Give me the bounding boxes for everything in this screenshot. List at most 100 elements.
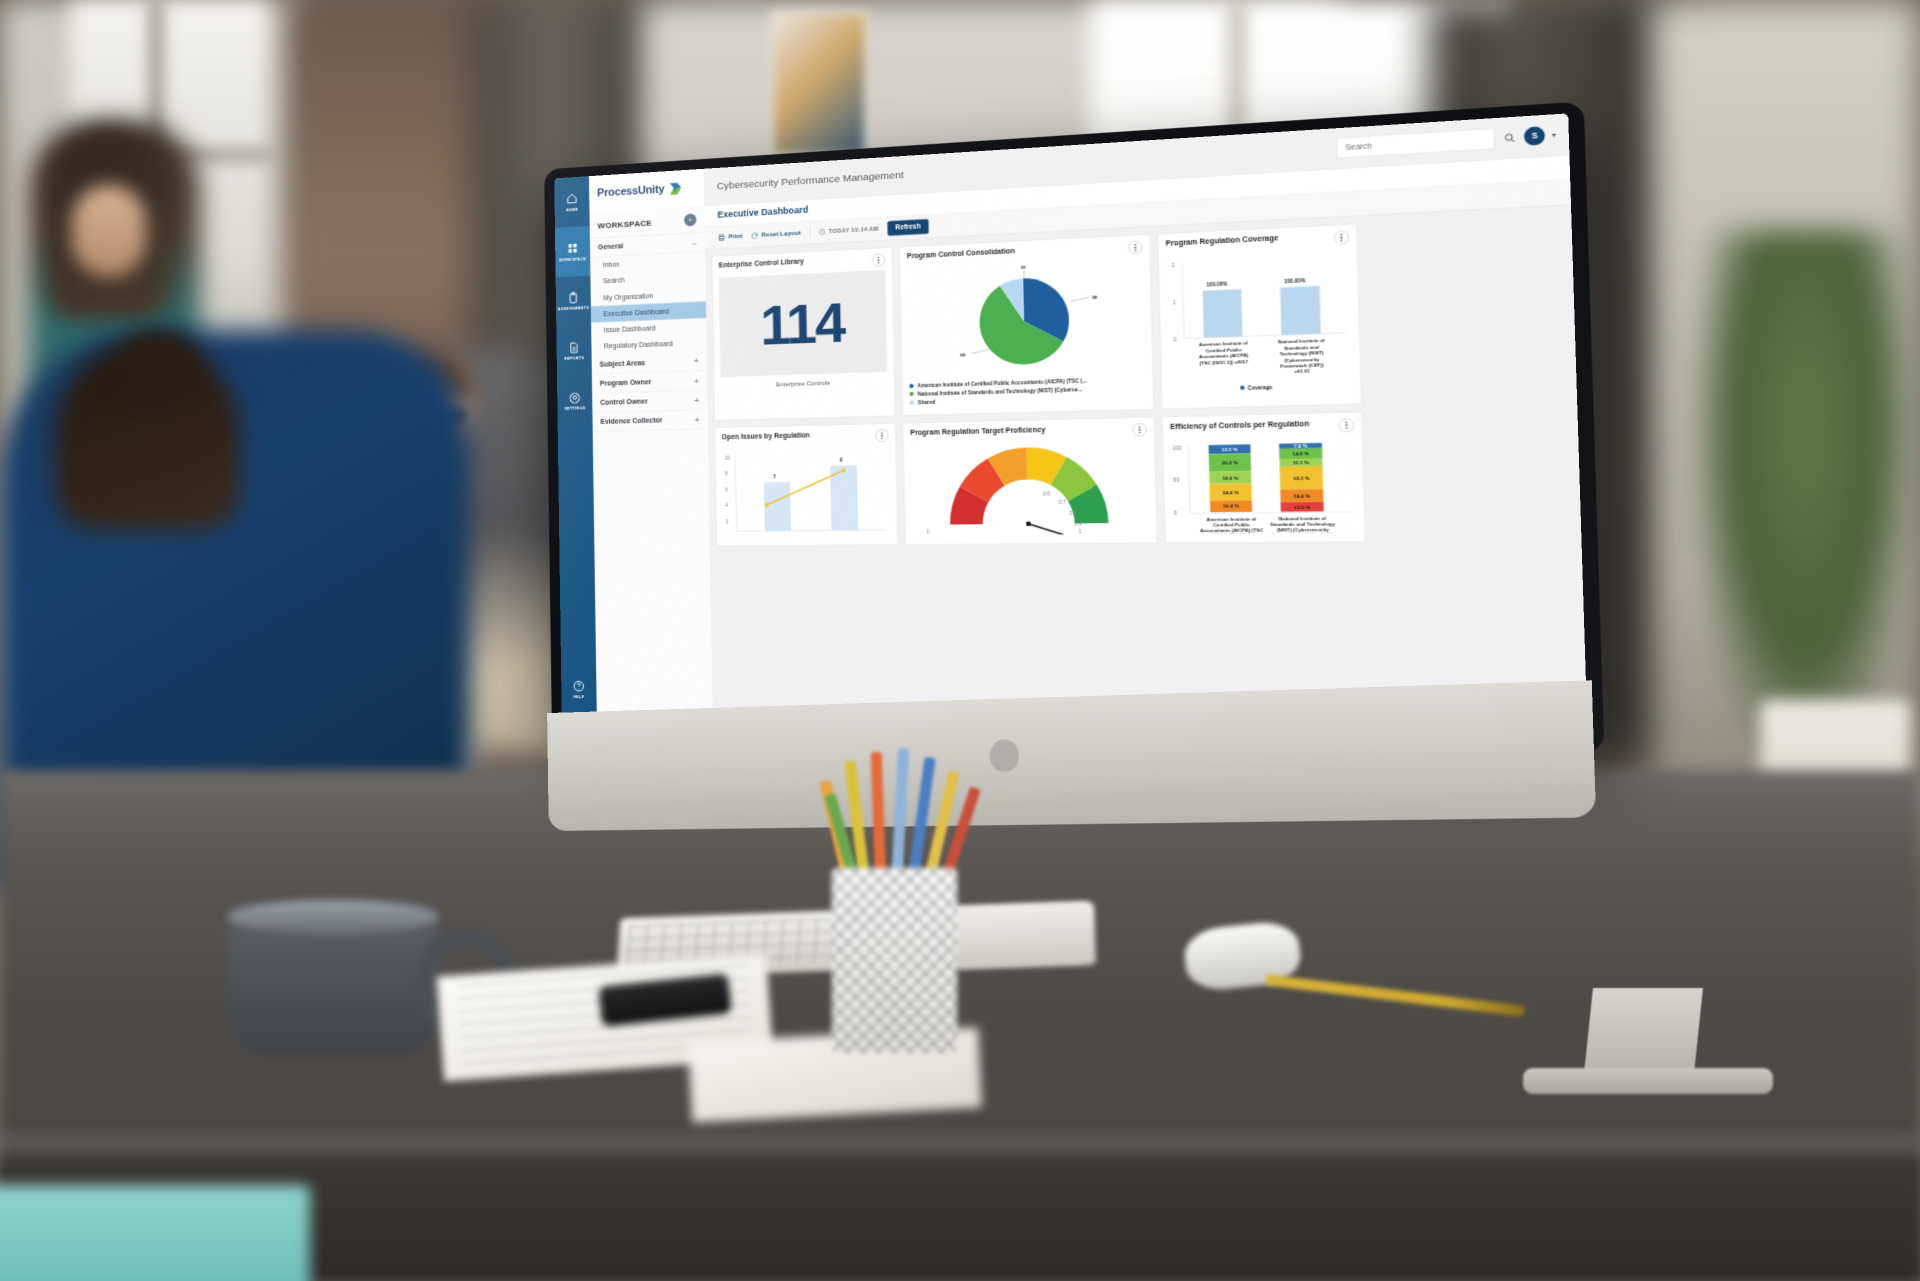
- group-toggle[interactable]: +: [695, 415, 700, 423]
- pie-label-0: 38: [1092, 294, 1098, 300]
- card-title: Open Issues by Regulation: [722, 431, 810, 442]
- x-category-0: American Institute ofCertified PublicAcc…: [1199, 341, 1250, 366]
- rail-item-reports[interactable]: REPORTS: [556, 326, 592, 377]
- y-tick: 0: [1174, 510, 1178, 516]
- search-box[interactable]: [1337, 128, 1496, 159]
- card-body: 114 Enterprise Controls: [713, 270, 895, 397]
- card-open-issues-by-regulation: Open Issues by Regulation 10 8 6 4 2 7 9: [714, 423, 898, 546]
- gear-icon: [568, 391, 581, 404]
- stacked-bar-chart-efficiency: 100 50 0 13.1 % 26.2 % 18.0 % 24.6 % 16.4 % 7…: [1170, 436, 1356, 534]
- stack-label-0-3: 24.6 %: [1223, 489, 1239, 495]
- monitor-stand-base: [1523, 1068, 1773, 1094]
- group-toggle[interactable]: +: [694, 376, 699, 384]
- stack-label-1-1: 14.8 %: [1292, 450, 1309, 456]
- legend-swatch: [909, 392, 913, 396]
- svg-text:Framework (CSF)): Framework (CSF)): [1280, 362, 1324, 369]
- stack-label-1-3: 33.3 %: [1293, 475, 1310, 481]
- card-menu-button[interactable]: [1133, 423, 1147, 437]
- card-body: 10 8 6 4 2 7 9: [715, 445, 897, 545]
- x-categories: American Institute ofCertified PublicAcc…: [1200, 515, 1337, 534]
- sidebar-group-evidence-collector[interactable]: Evidence Collector +: [592, 410, 708, 432]
- group-toggle[interactable]: +: [694, 396, 699, 404]
- legend-label: Shared: [918, 398, 936, 407]
- card-menu-button[interactable]: [1128, 241, 1142, 255]
- metric-value: 114: [760, 295, 845, 354]
- x-category-1: National Institute ofStandards andTechno…: [1278, 338, 1327, 375]
- metric-tile: 114: [719, 270, 887, 377]
- last-updated: TODAY 10:14 AM: [818, 225, 878, 235]
- refresh-arrow-icon: [751, 232, 759, 240]
- teal-desk-mat: [0, 1185, 310, 1281]
- apple-logo-icon: [989, 739, 1019, 772]
- rail-item-workspace[interactable]: WORKSPACE: [555, 226, 590, 277]
- sidebar: ProcessUnity WORKSPACE General – Inbox S…: [589, 169, 713, 724]
- brand-name: ProcessUnity: [597, 183, 664, 200]
- card-title: Program Control Consolidation: [907, 247, 1015, 261]
- gauge-tick-3: 0.8: [1069, 510, 1077, 516]
- print-button[interactable]: Print: [718, 232, 743, 241]
- stack-label-1-0: 7.4 %: [1294, 443, 1308, 449]
- rail-label: HELP: [573, 695, 584, 699]
- card-menu-button[interactable]: [1339, 418, 1354, 432]
- legend-swatch: [910, 400, 914, 404]
- y-tick: 10: [725, 455, 731, 460]
- print-label: Print: [728, 233, 742, 241]
- y-tick: 6: [725, 487, 728, 492]
- group-label: General: [598, 242, 624, 251]
- y-tick: 2: [726, 519, 729, 524]
- svg-text:(TSC (ISOC 2)) v2017: (TSC (ISOC 2)) v2017: [1199, 358, 1249, 365]
- gauge-hub: [1026, 521, 1031, 526]
- y-tick: 100: [1172, 445, 1182, 451]
- refresh-button[interactable]: Refresh: [887, 219, 929, 236]
- card-title: Enterprise Control Library: [719, 258, 804, 271]
- rail-label: REPORTS: [564, 357, 584, 362]
- coffee-mug-rim: [228, 900, 438, 934]
- avatar[interactable]: S: [1524, 126, 1545, 146]
- card-body: 38 66 10 American Institute of Certified…: [900, 257, 1153, 413]
- group-label: Subject Areas: [600, 359, 646, 369]
- wall-artwork: [770, 10, 868, 158]
- card-title: Program Regulation Coverage: [1166, 234, 1279, 249]
- gauge-tick-4: 0.9: [1075, 521, 1083, 527]
- pie-legend: American Institute of Certified Public A…: [909, 375, 1146, 406]
- gauge-needle: [1028, 524, 1063, 535]
- pie-chart: 38 66 10: [907, 258, 1145, 378]
- group-label: Control Owner: [600, 397, 648, 407]
- search-button[interactable]: [1501, 130, 1518, 146]
- stacked-bars: 13.1 % 26.2 % 18.0 % 24.6 % 16.4 % 7.4 %14.8 …: [1209, 443, 1324, 513]
- svg-text:(ISOC 2)) v2017: (ISOC 2)) v2017: [1213, 532, 1251, 534]
- rail-item-assessments[interactable]: ASSESSMENTS: [556, 276, 592, 327]
- gauge-tick-1: 0.6: [1043, 491, 1051, 497]
- stack-label-0-2: 18.0 %: [1222, 475, 1238, 481]
- group-toggle[interactable]: –: [692, 238, 697, 246]
- rail-item-home[interactable]: HOME: [554, 176, 589, 228]
- card-menu-button[interactable]: [1334, 230, 1349, 244]
- document-icon: [568, 341, 581, 354]
- clipboard-icon: [567, 291, 580, 304]
- search-input[interactable]: [1344, 134, 1488, 153]
- sidebar-collapse-button[interactable]: [684, 213, 696, 226]
- chevron-down-icon[interactable]: ▾: [1552, 130, 1556, 139]
- keyboard-numpad[interactable]: [954, 903, 1096, 970]
- toolbar-divider: [809, 227, 810, 238]
- y-tick: 50: [1173, 478, 1180, 484]
- group-toggle[interactable]: +: [694, 357, 699, 365]
- rail-label: WORKSPACE: [559, 257, 586, 262]
- main-content: Cybersecurity Performance Management S ▾…: [704, 113, 1588, 741]
- y-tick: 8: [725, 471, 728, 476]
- card-menu-button[interactable]: [875, 429, 888, 442]
- legend-label: Coverage: [1248, 384, 1273, 390]
- pie-label-2: 10: [1020, 264, 1026, 270]
- home-icon: [566, 192, 579, 205]
- card-menu-button[interactable]: [872, 253, 885, 266]
- clock-icon: [818, 228, 825, 236]
- card-body: 0 0.6 0.7 0.8 0.9 1: [904, 440, 1157, 544]
- card-enterprise-control-library: Enterprise Control Library 114 Enterpris…: [712, 247, 896, 421]
- stack-label-0-4: 16.4 %: [1223, 503, 1239, 509]
- card-title: Efficiency of Controls per Regulation: [1170, 419, 1309, 431]
- reset-layout-button[interactable]: Reset Layout: [751, 229, 801, 239]
- rail-item-settings[interactable]: SETTINGS: [557, 375, 593, 426]
- bar-0: [764, 482, 791, 531]
- help-icon: [572, 680, 585, 693]
- rail-item-help[interactable]: HELP: [561, 664, 597, 715]
